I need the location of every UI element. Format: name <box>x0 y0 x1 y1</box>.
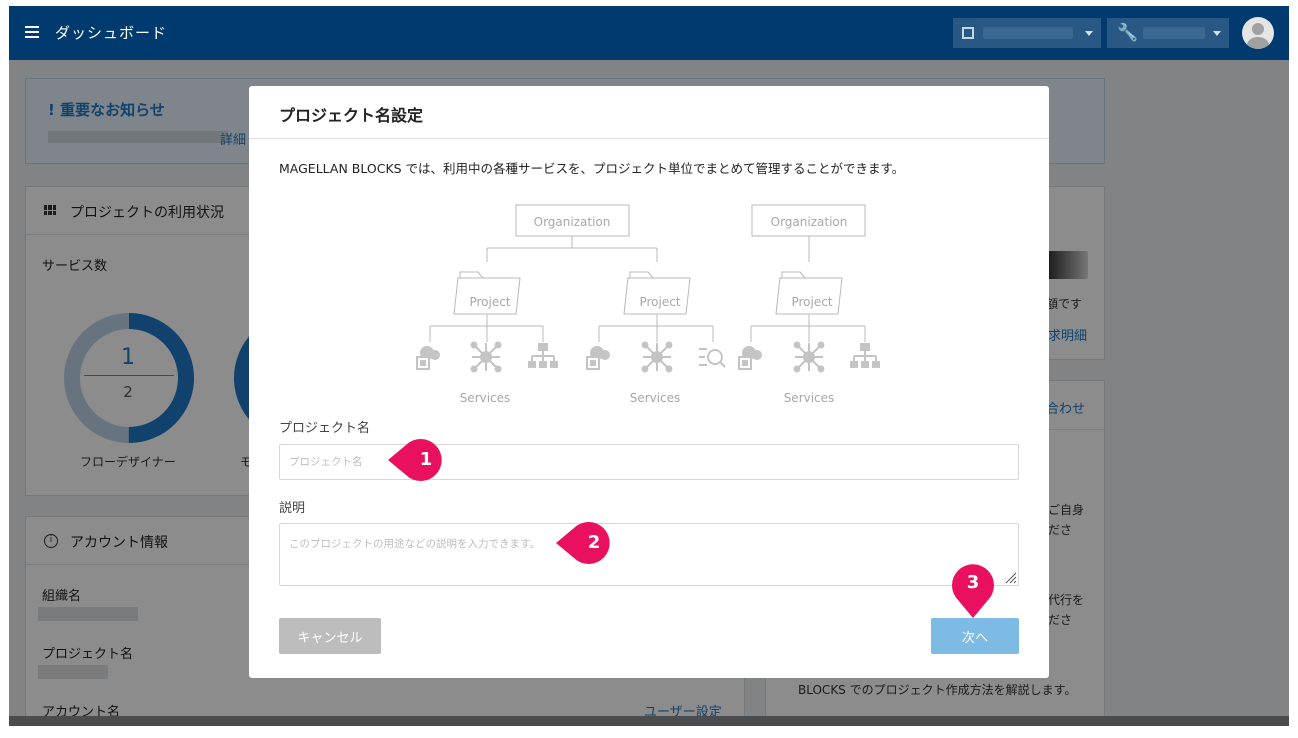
dialog-title: プロジェクト名設定 <box>279 106 424 125</box>
project-label-3: Project <box>791 295 832 309</box>
organization-name-redacted <box>983 27 1073 39</box>
project-label-2: Project <box>639 295 680 309</box>
callout-3: 3 <box>952 562 994 618</box>
chevron-down-icon <box>1085 31 1093 36</box>
app-window: ダッシュボード 🔧 ! 重要なお知らせ 詳細 プロジェクトの利用状況 サービス数… <box>9 6 1289 726</box>
hamburger-menu-icon[interactable] <box>25 26 39 38</box>
organization-label-2: Organization <box>771 215 848 229</box>
organization-selector[interactable] <box>953 18 1101 48</box>
project-name-redacted <box>1143 27 1205 39</box>
callout-2: 2 <box>556 522 616 564</box>
project-name-dialog: プロジェクト名設定 MAGELLAN BLOCKS では、利用中の各種サービスを… <box>249 86 1049 678</box>
dialog-header: プロジェクト名設定 <box>249 86 1049 139</box>
resize-grip-icon[interactable] <box>1005 572 1017 584</box>
services-label-3: Services <box>784 391 835 405</box>
cancel-button[interactable]: キャンセル <box>279 618 381 654</box>
organization-label-1: Organization <box>534 215 611 229</box>
avatar[interactable] <box>1242 17 1274 49</box>
services-label-1: Services <box>460 391 511 405</box>
services-label-2: Services <box>630 391 681 405</box>
description-field-label: 説明 <box>279 501 306 516</box>
dialog-description: MAGELLAN BLOCKS では、利用中の各種サービスを、プロジェクト単位で… <box>279 161 905 176</box>
page-title: ダッシュボード <box>55 24 168 42</box>
description-textarea[interactable] <box>279 523 1019 586</box>
building-icon <box>962 27 974 39</box>
wrench-icon: 🔧 <box>1117 23 1139 43</box>
project-selector[interactable]: 🔧 <box>1107 18 1229 48</box>
next-button[interactable]: 次へ <box>931 618 1019 654</box>
callout-1: 1 <box>388 439 448 481</box>
project-label-1: Project <box>469 295 510 309</box>
bottom-strip <box>9 716 1289 726</box>
organization-diagram: Organization Organization Project Projec… <box>416 204 880 405</box>
chevron-down-icon <box>1213 31 1221 36</box>
project-name-field-label: プロジェクト名 <box>279 421 371 436</box>
top-bar: ダッシュボード 🔧 <box>9 6 1289 60</box>
